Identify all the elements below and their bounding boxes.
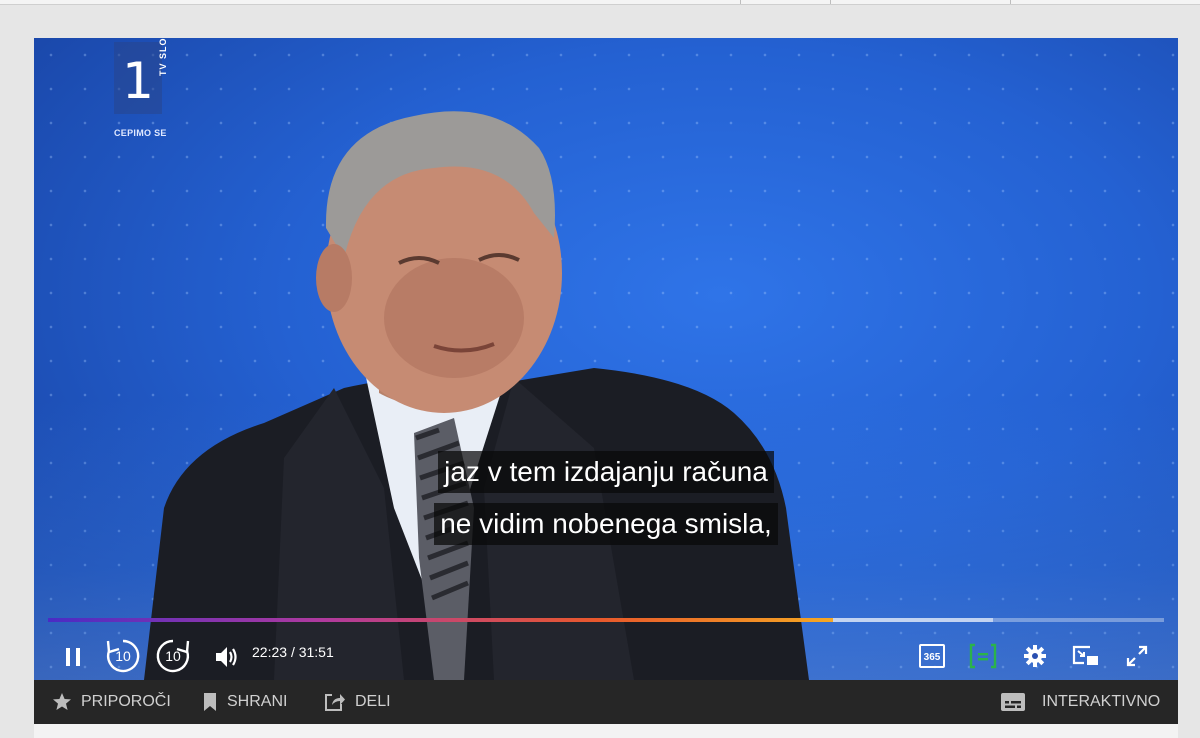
progress-bar[interactable]	[48, 618, 1164, 622]
strip-divider	[1010, 0, 1011, 4]
page-below-player	[34, 724, 1178, 738]
share-label: DELI	[355, 693, 391, 710]
action-bar: PRIPOROČI SHRANI DELI INTERAKTIVNO	[34, 680, 1178, 724]
interactive-label: INTERAKTIVNO	[1042, 693, 1161, 710]
channel-logo: 1 TV SLO CEPIMO SE	[114, 38, 204, 138]
rewind-seconds-label: 10	[115, 648, 131, 664]
strip-divider	[740, 0, 741, 4]
subtitles-button[interactable]	[966, 640, 1000, 672]
fullscreen-icon	[1126, 645, 1148, 667]
save-button[interactable]: SHRANI	[202, 680, 287, 724]
fullscreen-button[interactable]	[1120, 640, 1154, 672]
rewind-10-button[interactable]: 10	[104, 636, 142, 676]
settings-button[interactable]	[1018, 640, 1052, 672]
share-button[interactable]: DELI	[324, 680, 391, 724]
volume-icon	[216, 647, 237, 667]
bookmark-icon	[204, 693, 216, 711]
subtitle-overlay: jaz v tem izdajanju računa ne vidim nobe…	[34, 446, 1178, 550]
strip-divider	[830, 0, 831, 4]
time-separator: /	[290, 644, 295, 660]
channel-name: TV SLO	[158, 38, 168, 76]
picture-in-picture-icon	[1072, 645, 1098, 665]
subtitle-line: jaz v tem izdajanju računa	[438, 451, 774, 493]
subtitles-icon	[969, 643, 997, 669]
gear-icon	[1024, 645, 1046, 667]
video-player: 1 TV SLO CEPIMO SE jaz v tem izdajanju r…	[34, 38, 1178, 724]
video-frame[interactable]: 1 TV SLO CEPIMO SE jaz v tem izdajanju r…	[34, 38, 1178, 680]
progress-played	[48, 618, 833, 622]
player-controls: 10 10 22:23 / 31:51 365	[34, 634, 1178, 678]
time-display: 22:23 / 31:51	[252, 644, 334, 660]
picture-in-picture-button[interactable]	[1068, 640, 1104, 672]
speaker-figure	[144, 111, 809, 680]
save-label: SHRANI	[227, 693, 288, 710]
channel-tagline: CEPIMO SE	[114, 128, 167, 138]
forward-10-button[interactable]: 10	[154, 636, 192, 676]
badge-365-icon: 365	[918, 644, 946, 668]
duration: 31:51	[298, 644, 334, 660]
interactive-button[interactable]: INTERAKTIVNO	[1000, 680, 1160, 724]
captions-box-icon	[1001, 693, 1025, 711]
current-time: 22:23	[252, 644, 288, 660]
pause-icon	[66, 648, 80, 666]
channel-number: 1	[122, 52, 154, 110]
share-icon	[325, 694, 345, 711]
badge-365-label: 365	[923, 652, 941, 663]
recommend-button[interactable]: PRIPOROČI	[52, 680, 171, 724]
badge-365-button[interactable]: 365	[916, 640, 948, 672]
recommend-label: PRIPOROČI	[81, 693, 171, 710]
forward-seconds-label: 10	[165, 648, 181, 664]
star-icon	[53, 693, 71, 710]
subtitle-line: ne vidim nobenega smisla,	[434, 503, 778, 545]
pause-button[interactable]	[56, 640, 90, 674]
volume-button[interactable]	[210, 640, 244, 674]
browser-top-strip	[0, 0, 1200, 5]
